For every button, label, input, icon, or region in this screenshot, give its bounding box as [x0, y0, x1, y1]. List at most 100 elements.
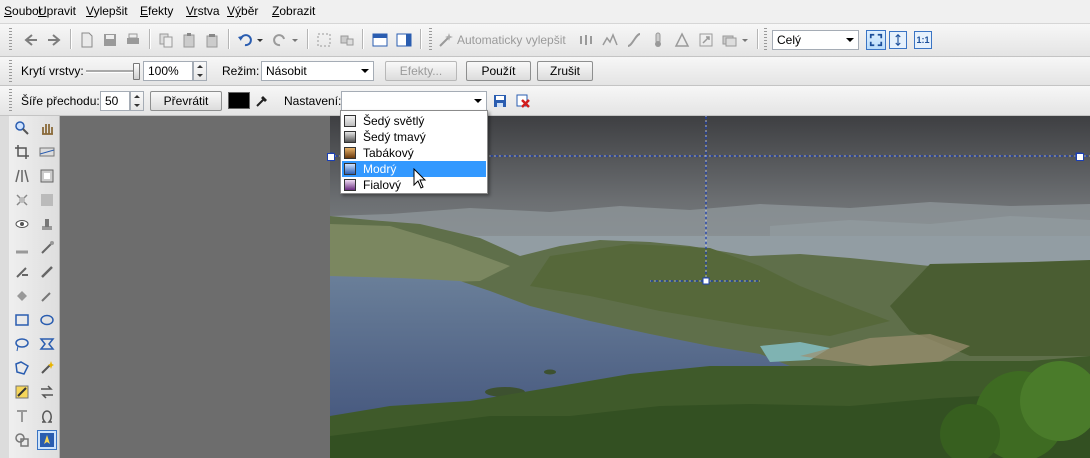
- shape-tool-icon[interactable]: [12, 430, 32, 450]
- undo-dropdown-icon[interactable]: [255, 31, 265, 49]
- thermometer-icon[interactable]: [649, 31, 667, 49]
- gradient-width-input[interactable]: 50: [100, 91, 130, 111]
- lasso-icon[interactable]: [12, 334, 32, 354]
- auto-enhance-label[interactable]: Automaticky vylepšit: [457, 33, 566, 47]
- preset-option[interactable]: Tabákový: [342, 145, 486, 161]
- blend-mode-select[interactable]: Násobit: [261, 61, 374, 81]
- crop-tool-icon[interactable]: [12, 142, 32, 162]
- perspective-icon[interactable]: [12, 166, 32, 186]
- stamp-icon[interactable]: [37, 214, 57, 234]
- menu-item[interactable]: Vrstva: [186, 4, 220, 18]
- side-panel-icon[interactable]: [395, 31, 413, 49]
- noise-icon[interactable]: [12, 190, 32, 210]
- levels-icon[interactable]: [601, 31, 619, 49]
- replace-color-icon[interactable]: [37, 382, 57, 402]
- cancel-button[interactable]: Zrušit: [537, 61, 593, 81]
- copy-icon[interactable]: [157, 31, 175, 49]
- opacity-slider-track[interactable]: [86, 70, 138, 73]
- print-icon[interactable]: [124, 31, 142, 49]
- paste-icon[interactable]: [180, 31, 198, 49]
- new-file-icon[interactable]: [78, 31, 96, 49]
- fit-height-button[interactable]: [889, 31, 907, 49]
- transform-icon[interactable]: [338, 31, 356, 49]
- smudge-icon[interactable]: [12, 238, 32, 258]
- opacity-slider-thumb[interactable]: [133, 63, 140, 80]
- back-arrow-icon[interactable]: [22, 31, 40, 49]
- pipette-icon[interactable]: [37, 286, 57, 306]
- redo-icon[interactable]: [271, 31, 289, 49]
- gradient-handle-left[interactable]: [327, 153, 335, 161]
- preset-option-label: Šedý tmavý: [363, 130, 426, 144]
- batch-icon[interactable]: [721, 31, 739, 49]
- rect-select-icon[interactable]: [12, 310, 32, 330]
- toolbar-grip[interactable]: [429, 28, 432, 50]
- pencil-icon[interactable]: [37, 262, 57, 282]
- red-eye-tool-icon[interactable]: [12, 214, 32, 234]
- eyedropper-icon[interactable]: [253, 92, 271, 110]
- menu-item-label: fekty: [148, 4, 174, 18]
- menu-item[interactable]: Zobrazit: [272, 4, 315, 18]
- invert-button[interactable]: Převrátit: [150, 91, 222, 111]
- toolbar-grip[interactable]: [9, 28, 12, 50]
- text-tool-icon[interactable]: [12, 406, 32, 426]
- chevron-down-icon: [842, 31, 858, 49]
- batch-dropdown-icon[interactable]: [740, 31, 750, 49]
- triangle-icon[interactable]: [673, 31, 691, 49]
- redo-dropdown-icon[interactable]: [290, 31, 300, 49]
- undo-icon[interactable]: [236, 31, 254, 49]
- blend-mode-value: Násobit: [266, 64, 307, 78]
- straighten-icon[interactable]: [37, 142, 57, 162]
- opacity-input[interactable]: 100%: [143, 61, 193, 81]
- menu-item[interactable]: Vylepšit: [86, 4, 128, 18]
- forward-arrow-icon[interactable]: [45, 31, 63, 49]
- panel-layout-icon[interactable]: [371, 31, 389, 49]
- opacity-spinner[interactable]: [193, 61, 207, 81]
- fill-bucket-icon[interactable]: [12, 286, 32, 306]
- apply-button[interactable]: Použít: [466, 61, 531, 81]
- frame-icon[interactable]: [37, 166, 57, 186]
- magic-wand-icon[interactable]: [437, 31, 455, 49]
- menu-item[interactable]: Výběr: [227, 4, 258, 18]
- menu-item[interactable]: Soubor: [4, 4, 43, 18]
- actual-size-button[interactable]: 1:1: [914, 31, 932, 49]
- preset-select[interactable]: [341, 91, 487, 111]
- color-brush-icon[interactable]: [12, 382, 32, 402]
- preset-option[interactable]: Šedý tmavý: [342, 129, 486, 145]
- gradient-fill-icon[interactable]: [37, 190, 57, 210]
- delete-preset-icon[interactable]: [514, 92, 532, 110]
- curves-icon[interactable]: [625, 31, 643, 49]
- omega-icon[interactable]: [37, 406, 57, 426]
- brush-icon[interactable]: [37, 238, 57, 258]
- zoom-select-value: Celý: [777, 33, 802, 47]
- paste-special-icon[interactable]: [203, 31, 221, 49]
- menu-accelerator: Vr: [186, 4, 198, 18]
- gradient-width-spinner[interactable]: [130, 91, 144, 111]
- crop-icon[interactable]: [315, 31, 333, 49]
- preset-option[interactable]: Šedý světlý: [342, 113, 486, 129]
- hand-icon[interactable]: [37, 118, 57, 138]
- color-swatch[interactable]: [228, 92, 250, 109]
- dodge-icon[interactable]: [12, 262, 32, 282]
- gradient-swatch-icon: [344, 131, 356, 143]
- magnetic-lasso-icon[interactable]: [12, 358, 32, 378]
- save-icon[interactable]: [101, 31, 119, 49]
- toolbar-grip[interactable]: [9, 89, 12, 111]
- effects-button[interactable]: Efekty...: [385, 61, 457, 81]
- polygon-lasso-icon[interactable]: [37, 334, 57, 354]
- resize-icon[interactable]: [697, 31, 715, 49]
- save-preset-icon[interactable]: [491, 92, 509, 110]
- zoom-select[interactable]: Celý: [772, 30, 859, 50]
- menu-item[interactable]: Efekty: [140, 4, 173, 18]
- zoom-icon[interactable]: [12, 118, 32, 138]
- fit-window-button[interactable]: [866, 30, 886, 50]
- red-eye-icon[interactable]: [577, 31, 595, 49]
- menu-item-label: běr: [241, 4, 259, 18]
- toolbar-grip[interactable]: [9, 60, 12, 82]
- toolbar-grip[interactable]: [764, 28, 767, 50]
- ellipse-select-icon[interactable]: [37, 310, 57, 330]
- gradient-tool-icon[interactable]: [37, 430, 57, 450]
- magic-wand-tool-icon[interactable]: [37, 358, 57, 378]
- gradient-handle-right[interactable]: [1076, 153, 1084, 161]
- tool-palette: [9, 116, 60, 458]
- menu-item[interactable]: Upravit: [38, 4, 76, 18]
